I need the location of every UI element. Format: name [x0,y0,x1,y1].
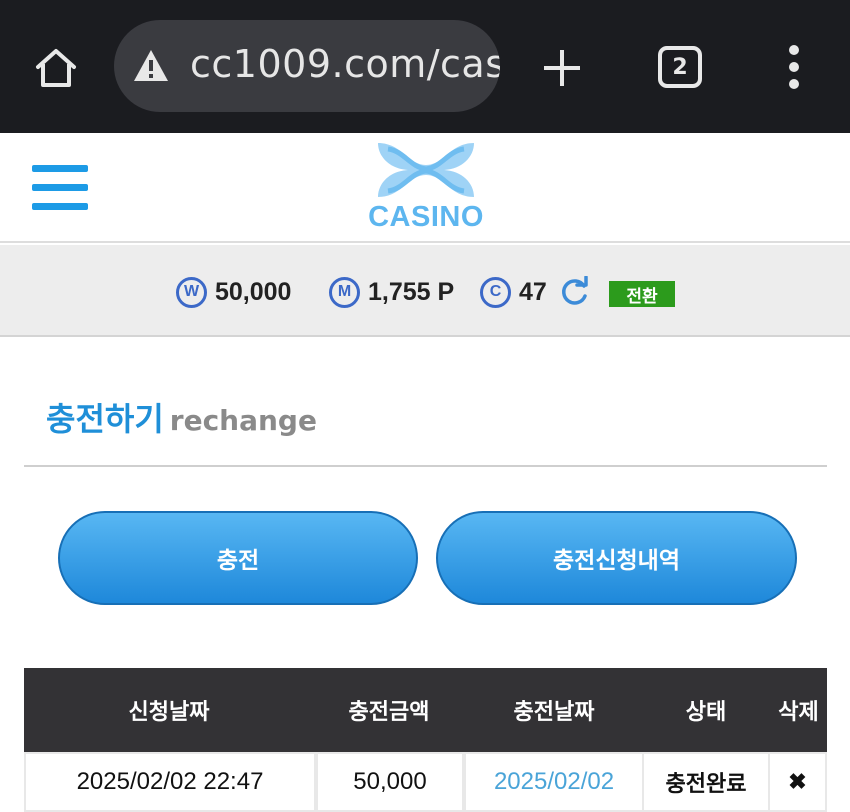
more-vert-icon[interactable] [784,44,804,90]
refresh-icon[interactable] [558,276,590,308]
switch-button[interactable]: 전환 [609,281,675,307]
tab-switcher-button[interactable]: 2 [658,46,702,88]
cell-status: 충전완료 [644,754,768,810]
plus-icon[interactable] [540,46,584,90]
cell-amount: 50,000 [318,754,462,810]
title-divider [24,465,827,467]
cell-request-date: 2025/02/02 22:47 [26,754,314,810]
recharge-history-button[interactable]: 충전신청내역 [436,511,797,605]
browser-toolbar: cc1009.com/cash 2 [0,0,850,133]
page-title-english: rechange [169,404,317,437]
header-amount: 충전금액 [348,700,430,725]
table-row: 2025/02/02 22:47 50,000 2025/02/02 충전완료 … [24,752,827,812]
home-button[interactable] [30,42,82,94]
logo-text: CASINO [368,201,484,233]
cash-balance: W 50,000 [176,275,291,309]
header-delete: 삭제 [778,700,819,725]
table-header: 신청날짜 충전금액 충전날짜 상태 삭제 [24,668,827,752]
comp-coin-icon: C [480,276,511,308]
comp-balance-value: 47 [519,277,547,306]
hamburger-icon[interactable] [32,165,88,211]
header-request-date: 신청날짜 [128,700,210,725]
page-title-korean: 충전하기 [46,400,164,438]
home-icon [36,49,76,87]
header-charge-date: 충전날짜 [513,700,595,725]
comp-balance: C 47 [480,275,547,309]
page-title: 충전하기 rechange [46,394,317,440]
cash-balance-value: 50,000 [215,277,292,306]
logo-mark [378,143,474,197]
warning-icon[interactable] [132,48,170,84]
point-balance: M 1,755 P [329,275,454,309]
balance-bar: W 50,000 M 1,755 P C 47 [0,245,850,337]
point-balance-value: 1,755 P [368,277,455,306]
recharge-button[interactable]: 충전 [58,511,418,605]
cell-charge-date: 2025/02/02 [466,754,642,810]
won-coin-icon: W [176,276,207,308]
url-text[interactable]: cc1009.com/cash [190,42,500,86]
site-logo[interactable]: CASINO [358,135,494,233]
header-status: 상태 [685,700,727,725]
address-bar[interactable]: cc1009.com/cash [114,20,500,112]
point-coin-icon: M [329,276,360,308]
delete-row-button[interactable]: ✖ [770,754,825,810]
site-header: CASINO [0,133,850,243]
